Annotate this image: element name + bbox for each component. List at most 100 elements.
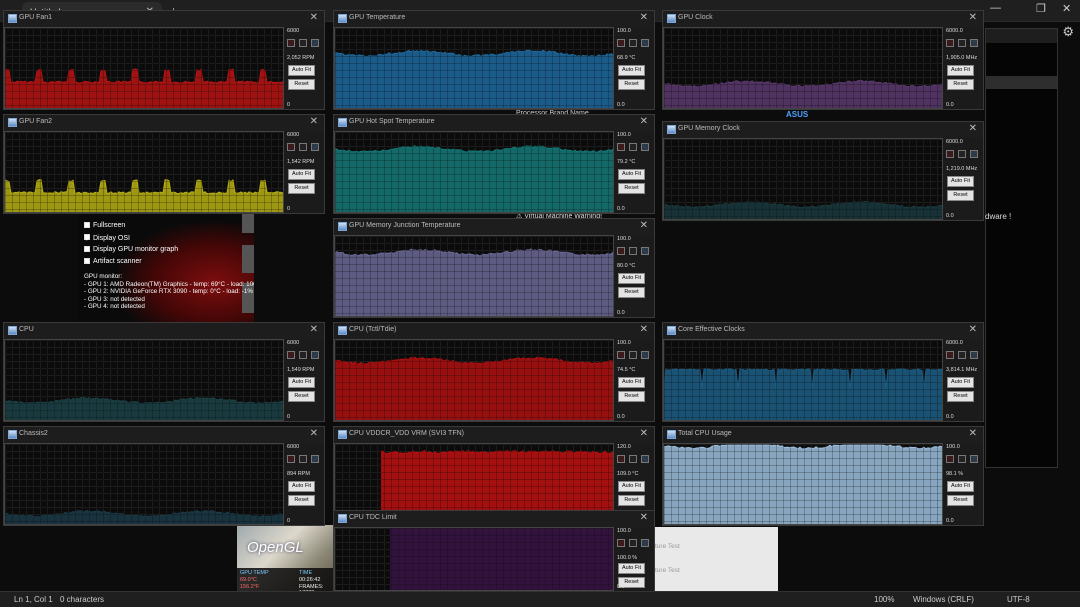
panel-titlebar[interactable]: GPU Temperature ✕ bbox=[334, 11, 654, 27]
close-icon[interactable]: ✕ bbox=[969, 123, 977, 134]
panel-titlebar[interactable]: Total CPU Usage ✕ bbox=[663, 427, 983, 443]
close-icon[interactable]: ✕ bbox=[310, 116, 318, 127]
toggle-box-icon[interactable] bbox=[641, 455, 649, 463]
color-swatch-icon[interactable] bbox=[287, 39, 295, 47]
toggle-box-icon[interactable] bbox=[311, 351, 319, 359]
reset-button[interactable]: Reset bbox=[947, 391, 974, 402]
panel-titlebar[interactable]: CPU ✕ bbox=[4, 323, 324, 339]
artifact-scanner-checkbox[interactable]: Artifact scanner bbox=[84, 258, 142, 265]
toggle-box-icon[interactable] bbox=[629, 247, 637, 255]
close-icon[interactable]: ✕ bbox=[640, 512, 648, 523]
auto-fit-button[interactable]: Auto Fit bbox=[288, 481, 315, 492]
close-icon[interactable]: ✕ bbox=[640, 220, 648, 231]
checkbox-box[interactable] bbox=[84, 246, 90, 252]
close-icon[interactable]: ✕ bbox=[969, 12, 977, 23]
reset-button[interactable]: Reset bbox=[947, 495, 974, 506]
sensor-panel-gpu-fan1[interactable]: GPU Fan1 ✕ 6000 2,052 RPM Auto Fit Reset… bbox=[3, 10, 325, 110]
toggle-box-icon[interactable] bbox=[641, 539, 649, 547]
checkbox-box[interactable] bbox=[84, 258, 90, 264]
auto-fit-button[interactable]: Auto Fit bbox=[288, 169, 315, 180]
toggle-box-icon[interactable] bbox=[629, 539, 637, 547]
line-endings[interactable]: Windows (CRLF) bbox=[913, 595, 974, 604]
sensor-panel-gpu-mem-junction[interactable]: GPU Memory Junction Temperature ✕ 100.0 … bbox=[333, 218, 655, 318]
panel-titlebar[interactable]: Core Effective Clocks ✕ bbox=[663, 323, 983, 339]
toggle-box-icon[interactable] bbox=[970, 455, 978, 463]
kombustor-side-button[interactable] bbox=[242, 213, 254, 233]
zoom-level[interactable]: 100% bbox=[874, 595, 894, 604]
reset-button[interactable]: Reset bbox=[288, 183, 315, 194]
maximize-icon[interactable]: ❐ bbox=[1036, 2, 1046, 15]
toggle-box-icon[interactable] bbox=[299, 351, 307, 359]
close-icon[interactable]: ✕ bbox=[969, 324, 977, 335]
color-swatch-icon[interactable] bbox=[617, 39, 625, 47]
panel-titlebar[interactable]: GPU Memory Junction Temperature ✕ bbox=[334, 219, 654, 235]
close-icon[interactable]: ✕ bbox=[310, 428, 318, 439]
sensor-panel-gpu-mem-clock[interactable]: GPU Memory Clock ✕ 6000.0 1,219.0 MHz Au… bbox=[662, 121, 984, 221]
color-swatch-icon[interactable] bbox=[617, 539, 625, 547]
color-swatch-icon[interactable] bbox=[946, 455, 954, 463]
gpu-monitor-graph-checkbox[interactable]: Display GPU monitor graph bbox=[84, 246, 178, 253]
panel-titlebar[interactable]: GPU Memory Clock ✕ bbox=[663, 122, 983, 138]
sensor-panel-chassis2[interactable]: Chassis2 ✕ 6000 894 RPM Auto Fit Reset 0 bbox=[3, 426, 325, 526]
toggle-box-icon[interactable] bbox=[299, 143, 307, 151]
sensor-panel-cpu-temp[interactable]: CPU (Tctl/Tdie) ✕ 100.0 74.5 °C Auto Fit… bbox=[333, 322, 655, 422]
close-icon[interactable]: ✕ bbox=[640, 324, 648, 335]
panel-titlebar[interactable]: GPU Fan2 ✕ bbox=[4, 115, 324, 131]
fullscreen-checkbox[interactable]: Fullscreen bbox=[84, 222, 125, 229]
sensor-panel-cpu-tdc[interactable]: CPU TDC Limit ✕ 100.0 100.0 % Auto Fit R… bbox=[333, 510, 655, 592]
color-swatch-icon[interactable] bbox=[287, 351, 295, 359]
auto-fit-button[interactable]: Auto Fit bbox=[947, 65, 974, 76]
color-swatch-icon[interactable] bbox=[617, 351, 625, 359]
display-osi-checkbox[interactable]: ✓ Display OSI bbox=[84, 234, 130, 243]
close-icon[interactable]: ✕ bbox=[640, 428, 648, 439]
panel-titlebar[interactable]: Chassis2 ✕ bbox=[4, 427, 324, 443]
close-icon[interactable]: ✕ bbox=[310, 12, 318, 23]
toggle-box-icon[interactable] bbox=[958, 351, 966, 359]
toggle-box-icon[interactable] bbox=[958, 455, 966, 463]
minimize-icon[interactable]: — bbox=[990, 2, 1001, 14]
checkbox-box-checked[interactable]: ✓ bbox=[84, 234, 91, 243]
reset-button[interactable]: Reset bbox=[947, 190, 974, 201]
auto-fit-button[interactable]: Auto Fit bbox=[288, 377, 315, 388]
sensor-panel-gpu-hotspot[interactable]: GPU Hot Spot Temperature ✕ 100.0 79.2 °C… bbox=[333, 114, 655, 214]
reset-button[interactable]: Reset bbox=[618, 79, 645, 90]
auto-fit-button[interactable]: Auto Fit bbox=[618, 65, 645, 76]
auto-fit-button[interactable]: Auto Fit bbox=[947, 377, 974, 388]
toggle-box-icon[interactable] bbox=[299, 39, 307, 47]
kombustor-side-button[interactable] bbox=[242, 245, 254, 273]
toggle-box-icon[interactable] bbox=[311, 39, 319, 47]
checkbox-box[interactable] bbox=[84, 222, 90, 228]
panel-titlebar[interactable]: GPU Fan1 ✕ bbox=[4, 11, 324, 27]
toggle-box-icon[interactable] bbox=[629, 39, 637, 47]
color-swatch-icon[interactable] bbox=[617, 143, 625, 151]
toggle-box-icon[interactable] bbox=[641, 351, 649, 359]
auto-fit-button[interactable]: Auto Fit bbox=[618, 481, 645, 492]
reset-button[interactable]: Reset bbox=[288, 79, 315, 90]
toggle-box-icon[interactable] bbox=[970, 150, 978, 158]
color-swatch-icon[interactable] bbox=[287, 455, 295, 463]
sensor-panel-core-eff-clocks[interactable]: Core Effective Clocks ✕ 6000.0 3,814.1 M… bbox=[662, 322, 984, 422]
toggle-box-icon[interactable] bbox=[970, 39, 978, 47]
close-icon[interactable]: ✕ bbox=[969, 428, 977, 439]
reset-button[interactable]: Reset bbox=[288, 391, 315, 402]
toggle-box-icon[interactable] bbox=[958, 150, 966, 158]
close-window-icon[interactable]: ✕ bbox=[1062, 2, 1071, 15]
reset-button[interactable]: Reset bbox=[618, 391, 645, 402]
sensor-panel-gpu-fan2[interactable]: GPU Fan2 ✕ 6000 1,542 RPM Auto Fit Reset… bbox=[3, 114, 325, 214]
auto-fit-button[interactable]: Auto Fit bbox=[618, 273, 645, 284]
color-swatch-icon[interactable] bbox=[946, 351, 954, 359]
sensor-panel-total-cpu[interactable]: Total CPU Usage ✕ 100.0 98.1 % Auto Fit … bbox=[662, 426, 984, 526]
toggle-box-icon[interactable] bbox=[629, 455, 637, 463]
close-icon[interactable]: ✕ bbox=[310, 324, 318, 335]
toggle-box-icon[interactable] bbox=[641, 39, 649, 47]
panel-titlebar[interactable]: GPU Clock ✕ bbox=[663, 11, 983, 27]
reset-button[interactable]: Reset bbox=[618, 183, 645, 194]
color-swatch-icon[interactable] bbox=[287, 143, 295, 151]
color-swatch-icon[interactable] bbox=[946, 39, 954, 47]
color-swatch-icon[interactable] bbox=[617, 247, 625, 255]
close-icon[interactable]: ✕ bbox=[640, 12, 648, 23]
reset-button[interactable]: Reset bbox=[618, 495, 645, 506]
auto-fit-button[interactable]: Auto Fit bbox=[947, 481, 974, 492]
reset-button[interactable]: Reset bbox=[288, 495, 315, 506]
gear-icon[interactable]: ⚙ bbox=[1062, 24, 1074, 40]
